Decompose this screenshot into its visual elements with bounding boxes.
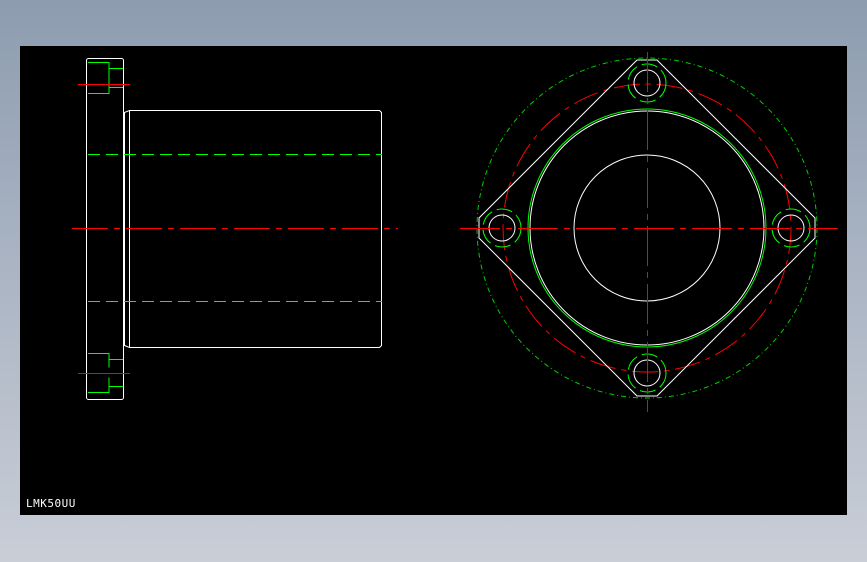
part-label: LMK50UU	[26, 497, 76, 510]
cad-viewport[interactable]: LMK50UU	[20, 46, 847, 515]
side-view	[72, 58, 398, 400]
front-view	[460, 52, 838, 412]
cad-drawing	[72, 52, 838, 412]
top-hole-hidden	[88, 62, 123, 94]
